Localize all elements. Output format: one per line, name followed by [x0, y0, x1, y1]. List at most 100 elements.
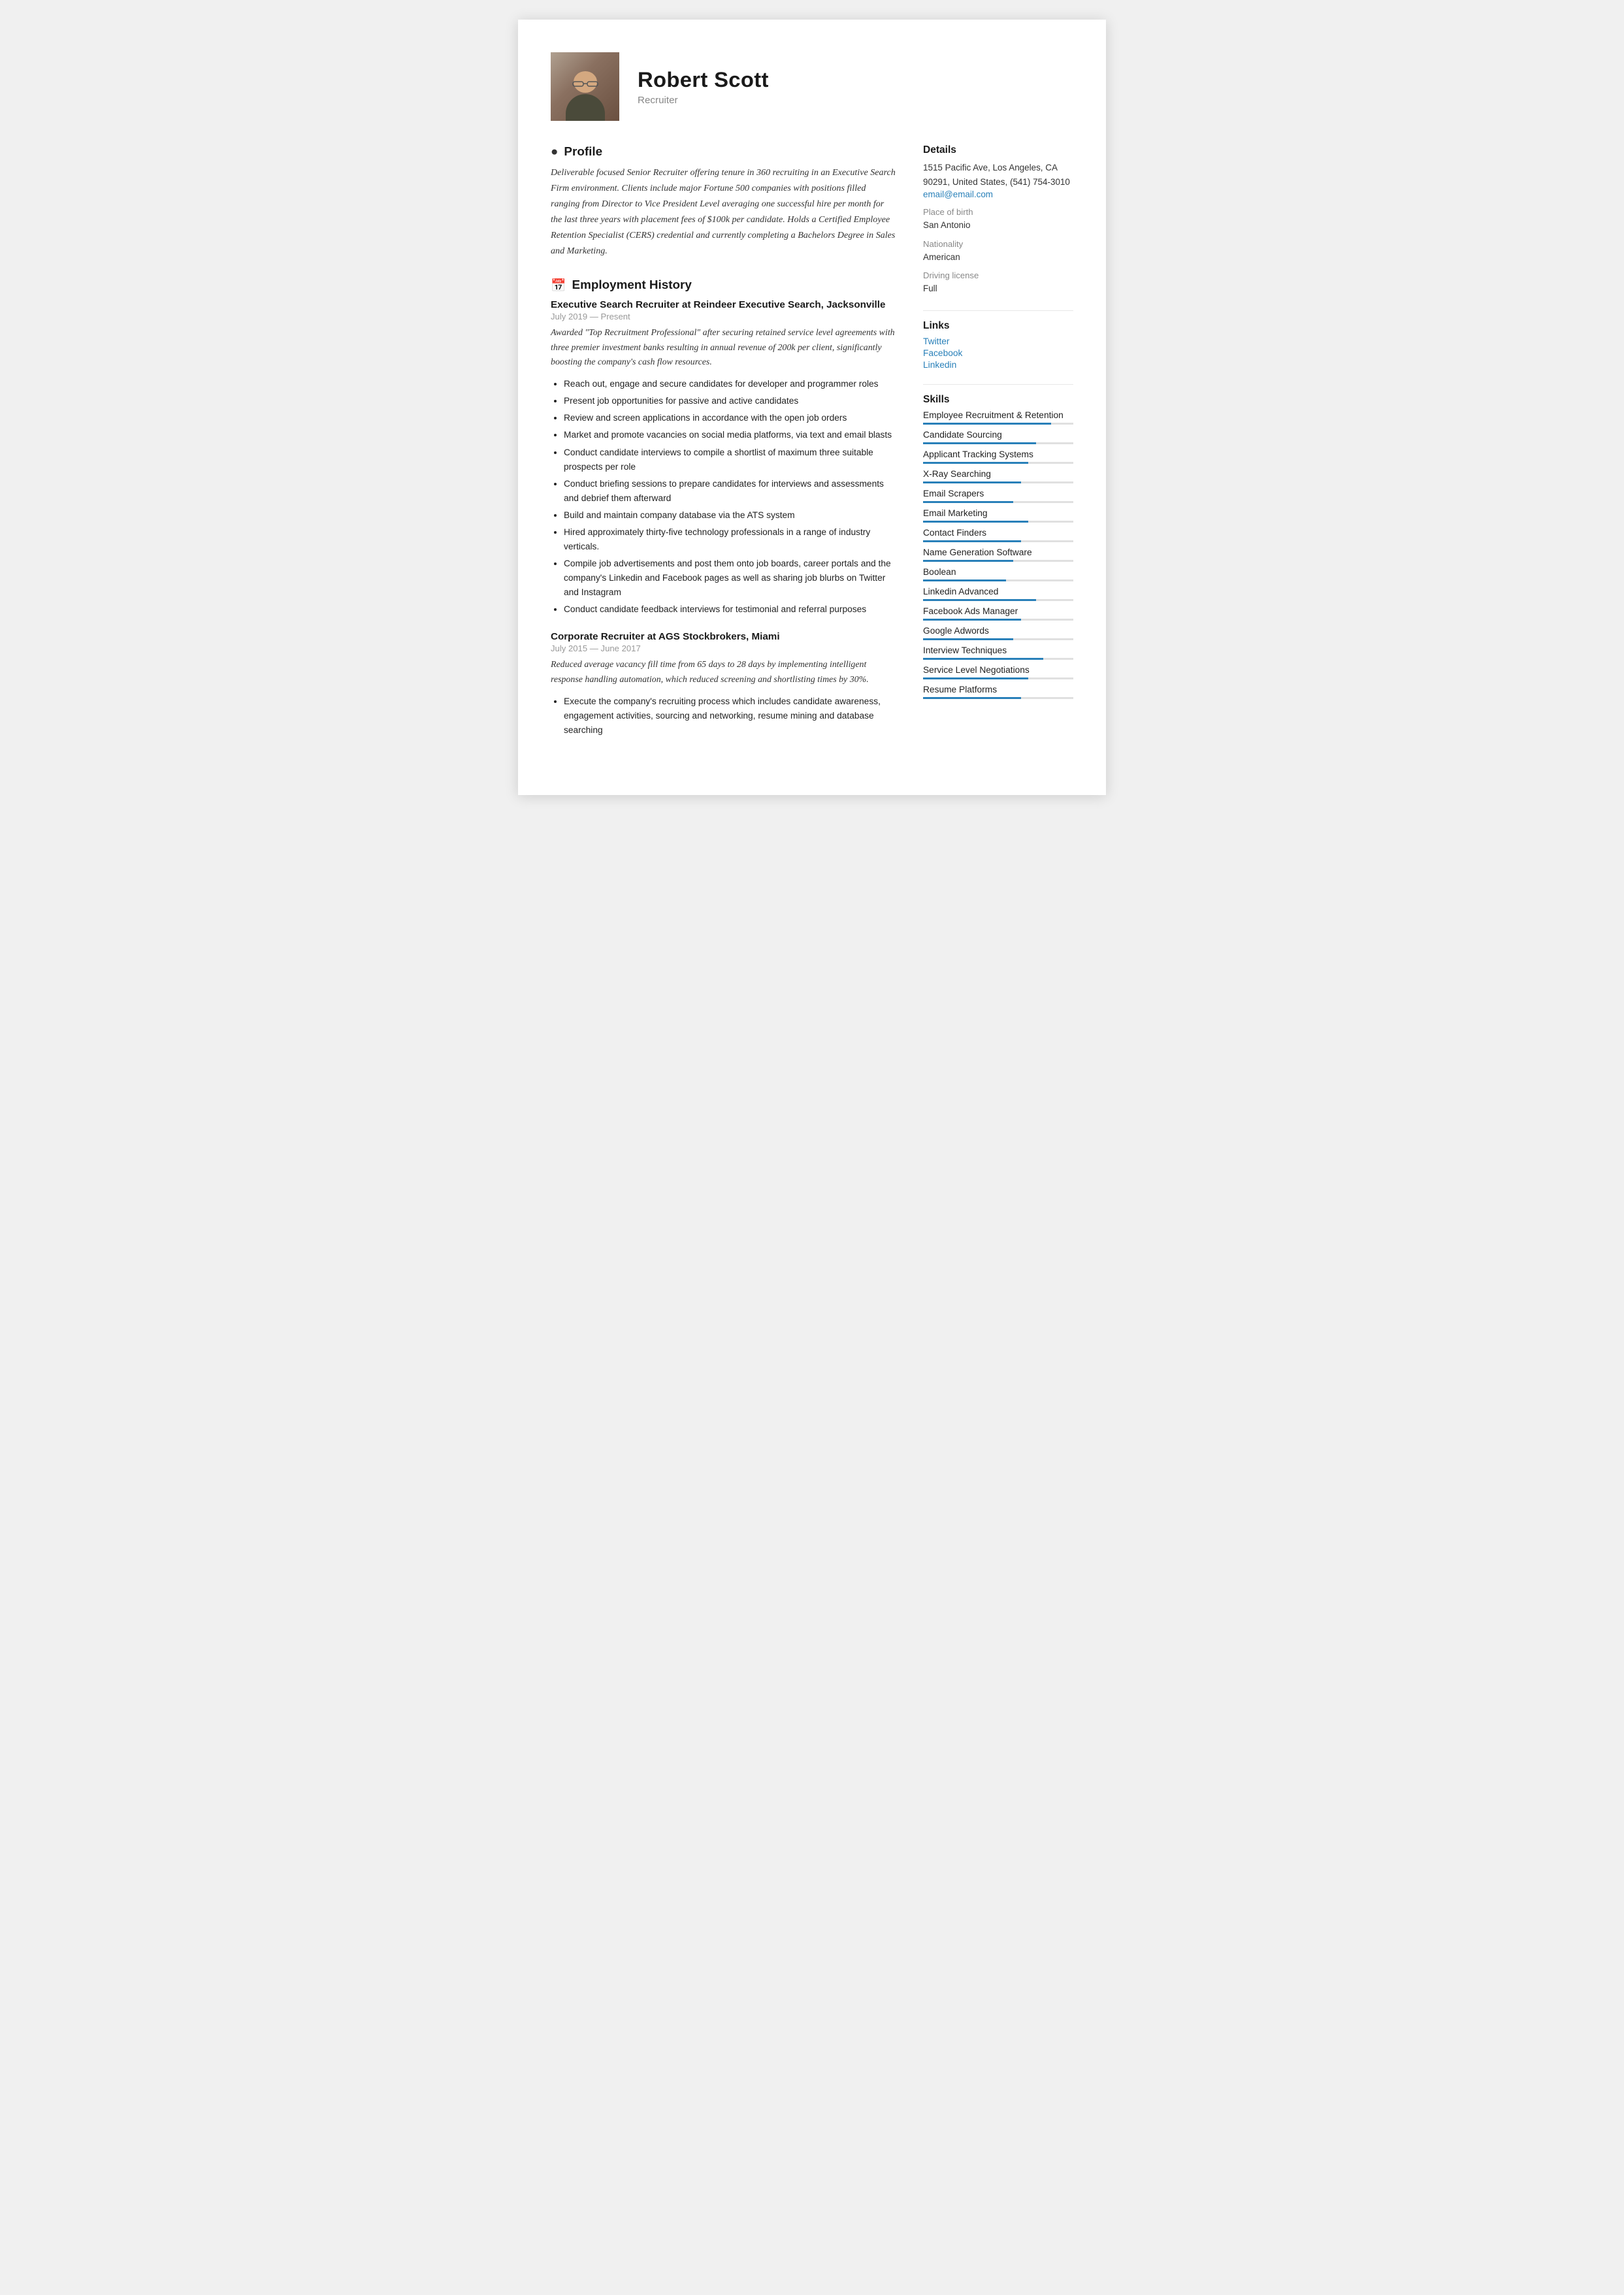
- bullet-item: Execute the company's recruiting process…: [564, 694, 897, 738]
- link-item[interactable]: Twitter: [923, 336, 1073, 346]
- header-info: Robert Scott Recruiter: [638, 67, 769, 106]
- skill-name: Interview Techniques: [923, 645, 1073, 655]
- skill-name: Email Marketing: [923, 508, 1073, 518]
- skill-item: Email Scrapers: [923, 489, 1073, 503]
- avatar: [551, 52, 619, 121]
- skill-name: Candidate Sourcing: [923, 430, 1073, 440]
- skills-section: Skills Employee Recruitment & Retention C…: [923, 394, 1073, 699]
- skill-bar-fill: [923, 442, 1036, 444]
- details-address: 1515 Pacific Ave, Los Angeles, CA 90291,…: [923, 161, 1073, 189]
- skill-item: Employee Recruitment & Retention: [923, 410, 1073, 425]
- skill-item: Candidate Sourcing: [923, 430, 1073, 444]
- profile-section-title: ● Profile: [551, 144, 897, 159]
- links-list: Twitter Facebook Linkedin: [923, 336, 1073, 370]
- details-email[interactable]: email@email.com: [923, 189, 993, 199]
- skill-item: Email Marketing: [923, 508, 1073, 523]
- skill-name: Contact Finders: [923, 528, 1073, 538]
- skill-name: Employee Recruitment & Retention: [923, 410, 1073, 420]
- skills-list: Employee Recruitment & Retention Candidat…: [923, 410, 1073, 699]
- divider-1: [923, 310, 1073, 311]
- skill-bar-bg: [923, 501, 1073, 503]
- skill-item: Applicant Tracking Systems: [923, 449, 1073, 464]
- skill-name: Google Adwords: [923, 626, 1073, 636]
- skill-bar-fill: [923, 599, 1036, 601]
- skill-bar-fill: [923, 658, 1043, 660]
- job-1-date: July 2019 — Present: [551, 312, 897, 321]
- employment-icon: 📅: [551, 278, 566, 293]
- nationality: American: [923, 250, 1073, 265]
- skill-bar-bg: [923, 658, 1073, 660]
- skill-bar-fill: [923, 697, 1021, 699]
- job-2-date: July 2015 — June 2017: [551, 643, 897, 653]
- skill-bar-fill: [923, 677, 1028, 679]
- skill-bar-bg: [923, 579, 1073, 581]
- driving-label: Driving license: [923, 270, 1073, 280]
- skill-bar-bg: [923, 442, 1073, 444]
- link-item[interactable]: Linkedin: [923, 360, 1073, 370]
- links-title: Links: [923, 320, 1073, 332]
- job-2-bullets: Execute the company's recruiting process…: [551, 694, 897, 738]
- skill-name: Service Level Negotiations: [923, 665, 1073, 675]
- place-of-birth-label: Place of birth: [923, 207, 1073, 217]
- employment-section-title: 📅 Employment History: [551, 278, 897, 293]
- job-2-title: Corporate Recruiter at AGS Stockbrokers,…: [551, 631, 897, 642]
- left-column: ● Profile Deliverable focused Senior Rec…: [551, 144, 897, 756]
- skill-bar-bg: [923, 462, 1073, 464]
- skill-item: Facebook Ads Manager: [923, 606, 1073, 621]
- skill-name: Boolean: [923, 567, 1073, 577]
- skill-bar-fill: [923, 619, 1021, 621]
- bullet-item: Conduct briefing sessions to prepare can…: [564, 477, 897, 506]
- skill-bar-bg: [923, 540, 1073, 542]
- skill-item: Resume Platforms: [923, 685, 1073, 699]
- main-content: ● Profile Deliverable focused Senior Rec…: [551, 144, 1073, 756]
- job-1-bullets: Reach out, engage and secure candidates …: [551, 377, 897, 616]
- skill-bar-bg: [923, 423, 1073, 425]
- skill-name: Name Generation Software: [923, 547, 1073, 557]
- bullet-item: Build and maintain company database via …: [564, 508, 897, 523]
- resume-container: Robert Scott Recruiter ● Profile Deliver…: [518, 20, 1106, 795]
- skill-item: Google Adwords: [923, 626, 1073, 640]
- bullet-item: Review and screen applications in accord…: [564, 411, 897, 425]
- skill-bar-fill: [923, 423, 1051, 425]
- skill-item: Service Level Negotiations: [923, 665, 1073, 679]
- skill-bar-bg: [923, 560, 1073, 562]
- skill-bar-bg: [923, 677, 1073, 679]
- skill-item: Interview Techniques: [923, 645, 1073, 660]
- skill-bar-fill: [923, 462, 1028, 464]
- link-item[interactable]: Facebook: [923, 348, 1073, 358]
- divider-2: [923, 384, 1073, 385]
- skill-item: X-Ray Searching: [923, 469, 1073, 483]
- skill-name: X-Ray Searching: [923, 469, 1073, 479]
- profile-icon: ●: [551, 144, 558, 159]
- skill-bar-bg: [923, 521, 1073, 523]
- bullet-item: Conduct candidate feedback interviews fo…: [564, 602, 897, 617]
- job-2-summary: Reduced average vacancy fill time from 6…: [551, 658, 897, 688]
- place-of-birth: San Antonio: [923, 218, 1073, 233]
- skill-bar-bg: [923, 697, 1073, 699]
- skill-bar-fill: [923, 560, 1013, 562]
- bullet-item: Hired approximately thirty-five technolo…: [564, 525, 897, 554]
- skill-bar-fill: [923, 638, 1013, 640]
- skill-bar-fill: [923, 481, 1021, 483]
- skill-bar-fill: [923, 521, 1028, 523]
- candidate-title: Recruiter: [638, 95, 769, 106]
- header-section: Robert Scott Recruiter: [551, 52, 1073, 121]
- candidate-name: Robert Scott: [638, 67, 769, 92]
- skill-item: Linkedin Advanced: [923, 587, 1073, 601]
- skill-name: Email Scrapers: [923, 489, 1073, 498]
- employment-section: 📅 Employment History Executive Search Re…: [551, 278, 897, 738]
- bullet-item: Reach out, engage and secure candidates …: [564, 377, 897, 391]
- bullet-item: Compile job advertisements and post them…: [564, 557, 897, 600]
- job-1-title: Executive Search Recruiter at Reindeer E…: [551, 299, 897, 310]
- profile-section: ● Profile Deliverable focused Senior Rec…: [551, 144, 897, 259]
- skill-bar-bg: [923, 638, 1073, 640]
- details-title: Details: [923, 144, 1073, 156]
- profile-text: Deliverable focused Senior Recruiter off…: [551, 165, 897, 259]
- bullet-item: Market and promote vacancies on social m…: [564, 428, 897, 442]
- skill-name: Applicant Tracking Systems: [923, 449, 1073, 459]
- skill-item: Contact Finders: [923, 528, 1073, 542]
- bullet-item: Conduct candidate interviews to compile …: [564, 446, 897, 474]
- skills-title: Skills: [923, 394, 1073, 406]
- skill-name: Facebook Ads Manager: [923, 606, 1073, 616]
- glasses-icon: [572, 80, 598, 88]
